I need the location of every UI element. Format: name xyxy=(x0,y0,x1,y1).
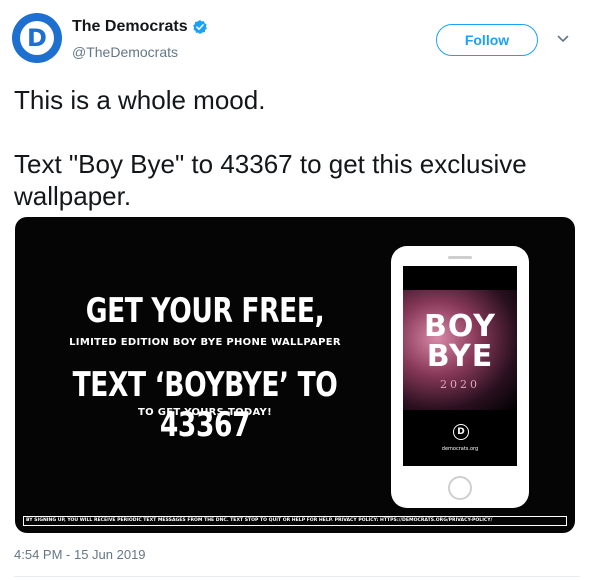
promo-subline: TO GET YOURS TODAY! xyxy=(138,407,272,418)
follow-button[interactable]: Follow xyxy=(436,24,538,56)
chevron-down-icon[interactable] xyxy=(556,32,570,46)
tweet-text: This is a whole mood. Text "Boy Bye" to … xyxy=(14,84,574,212)
phone-mockup: BOY BYE 2020 D democrats.org xyxy=(391,246,529,508)
democrats-logo-icon: D xyxy=(453,424,469,440)
author-display-name[interactable]: The Democrats xyxy=(72,18,188,36)
verified-badge-icon xyxy=(192,19,208,35)
wallpaper-title: BOY xyxy=(423,309,497,344)
phone-speaker xyxy=(448,256,472,259)
author-handle[interactable]: @TheDemocrats xyxy=(72,44,178,60)
media-image[interactable]: GET YOUR FREE, LIMITED EDITION BOY BYE P… xyxy=(15,217,575,533)
divider xyxy=(14,576,580,577)
promo-headline: TEXT ‘BOYBYE’ TO 43367 xyxy=(72,365,338,445)
promo-subline: LIMITED EDITION BOY BYE PHONE WALLPAPER xyxy=(69,337,341,348)
avatar-logo-letter: D xyxy=(27,24,47,52)
author-name-row: The Democrats xyxy=(72,18,208,36)
wallpaper-url: democrats.org xyxy=(441,446,479,452)
tweet-text-line: This is a whole mood. xyxy=(14,85,266,115)
tweet-text-line: Text "Boy Bye" to 43367 to get this excl… xyxy=(14,149,527,211)
phone-screen: BOY BYE 2020 D democrats.org xyxy=(403,266,517,466)
tweet-timestamp[interactable]: 4:54 PM - 15 Jun 2019 xyxy=(14,547,146,562)
avatar-ring: D xyxy=(20,21,54,55)
promo-disclaimer: BY SIGNING UP, YOU WILL RECEIVE PERIODIC… xyxy=(23,516,567,526)
wallpaper-year: 2020 xyxy=(440,378,480,391)
wallpaper-title: BYE xyxy=(426,339,494,374)
promo-headline: GET YOUR FREE, xyxy=(85,291,325,331)
phone-home-button xyxy=(448,476,472,500)
avatar[interactable]: D xyxy=(12,13,62,63)
